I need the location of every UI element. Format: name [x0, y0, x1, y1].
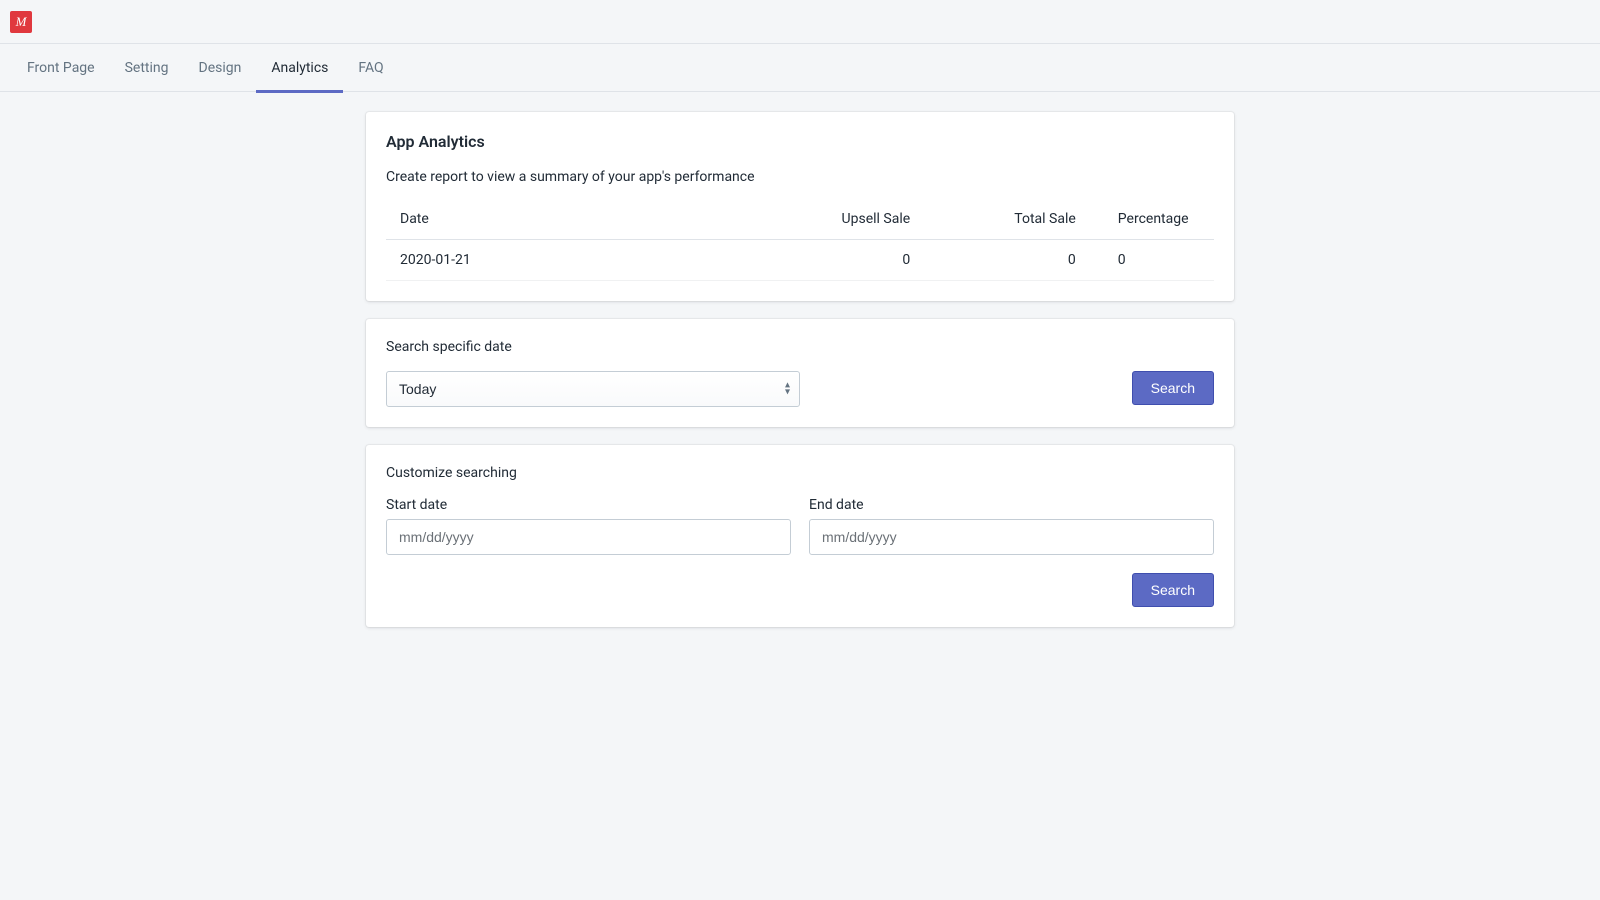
- date-range-select[interactable]: Today: [386, 371, 800, 407]
- customize-row: Start date End date: [386, 497, 1214, 555]
- table-header-row: Date Upsell Sale Total Sale Percentage: [386, 199, 1214, 240]
- tab-label: Setting: [125, 60, 169, 76]
- analytics-card: App Analytics Create report to view a su…: [366, 112, 1234, 301]
- customize-button-row: Search: [386, 573, 1214, 607]
- app-logo: M: [10, 11, 32, 33]
- tab-label: Front Page: [27, 60, 95, 76]
- start-date-label: Start date: [386, 497, 791, 513]
- tab-label: FAQ: [358, 60, 383, 76]
- logo-letter: M: [16, 14, 27, 30]
- col-percentage: Percentage: [1090, 199, 1214, 240]
- search-specific-title: Search specific date: [386, 339, 1214, 355]
- cell-percentage: 0: [1090, 240, 1214, 281]
- search-specific-row: Today ▴▾ Search: [386, 371, 1214, 407]
- analytics-table: Date Upsell Sale Total Sale Percentage 2…: [386, 199, 1214, 281]
- cell-date: 2020-01-21: [386, 240, 717, 281]
- search-specific-button[interactable]: Search: [1132, 371, 1214, 405]
- col-date: Date: [386, 199, 717, 240]
- end-date-input[interactable]: [809, 519, 1214, 555]
- tab-label: Design: [199, 60, 242, 76]
- customize-title: Customize searching: [386, 465, 1214, 481]
- page-title: App Analytics: [386, 132, 1214, 151]
- tab-analytics[interactable]: Analytics: [256, 44, 343, 92]
- content-container: App Analytics Create report to view a su…: [366, 112, 1234, 645]
- col-total: Total Sale: [924, 199, 1090, 240]
- tab-label: Analytics: [271, 60, 328, 76]
- customize-card: Customize searching Start date End date …: [366, 445, 1234, 627]
- cell-total: 0: [924, 240, 1090, 281]
- end-date-col: End date: [809, 497, 1214, 555]
- start-date-input[interactable]: [386, 519, 791, 555]
- topbar: M: [0, 0, 1600, 44]
- cell-upsell: 0: [717, 240, 924, 281]
- table-row: 2020-01-21 0 0 0: [386, 240, 1214, 281]
- tab-front-page[interactable]: Front Page: [12, 44, 110, 92]
- tab-design[interactable]: Design: [184, 44, 257, 92]
- start-date-col: Start date: [386, 497, 791, 555]
- page-subtitle: Create report to view a summary of your …: [386, 169, 1214, 185]
- end-date-label: End date: [809, 497, 1214, 513]
- col-upsell: Upsell Sale: [717, 199, 924, 240]
- tab-setting[interactable]: Setting: [110, 44, 184, 92]
- date-range-select-wrap: Today ▴▾: [386, 371, 800, 407]
- nav-tabs: Front Page Setting Design Analytics FAQ: [0, 44, 1600, 92]
- tab-faq[interactable]: FAQ: [343, 44, 398, 92]
- page-body: App Analytics Create report to view a su…: [0, 92, 1600, 685]
- search-specific-card: Search specific date Today ▴▾ Search: [366, 319, 1234, 427]
- customize-search-button[interactable]: Search: [1132, 573, 1214, 607]
